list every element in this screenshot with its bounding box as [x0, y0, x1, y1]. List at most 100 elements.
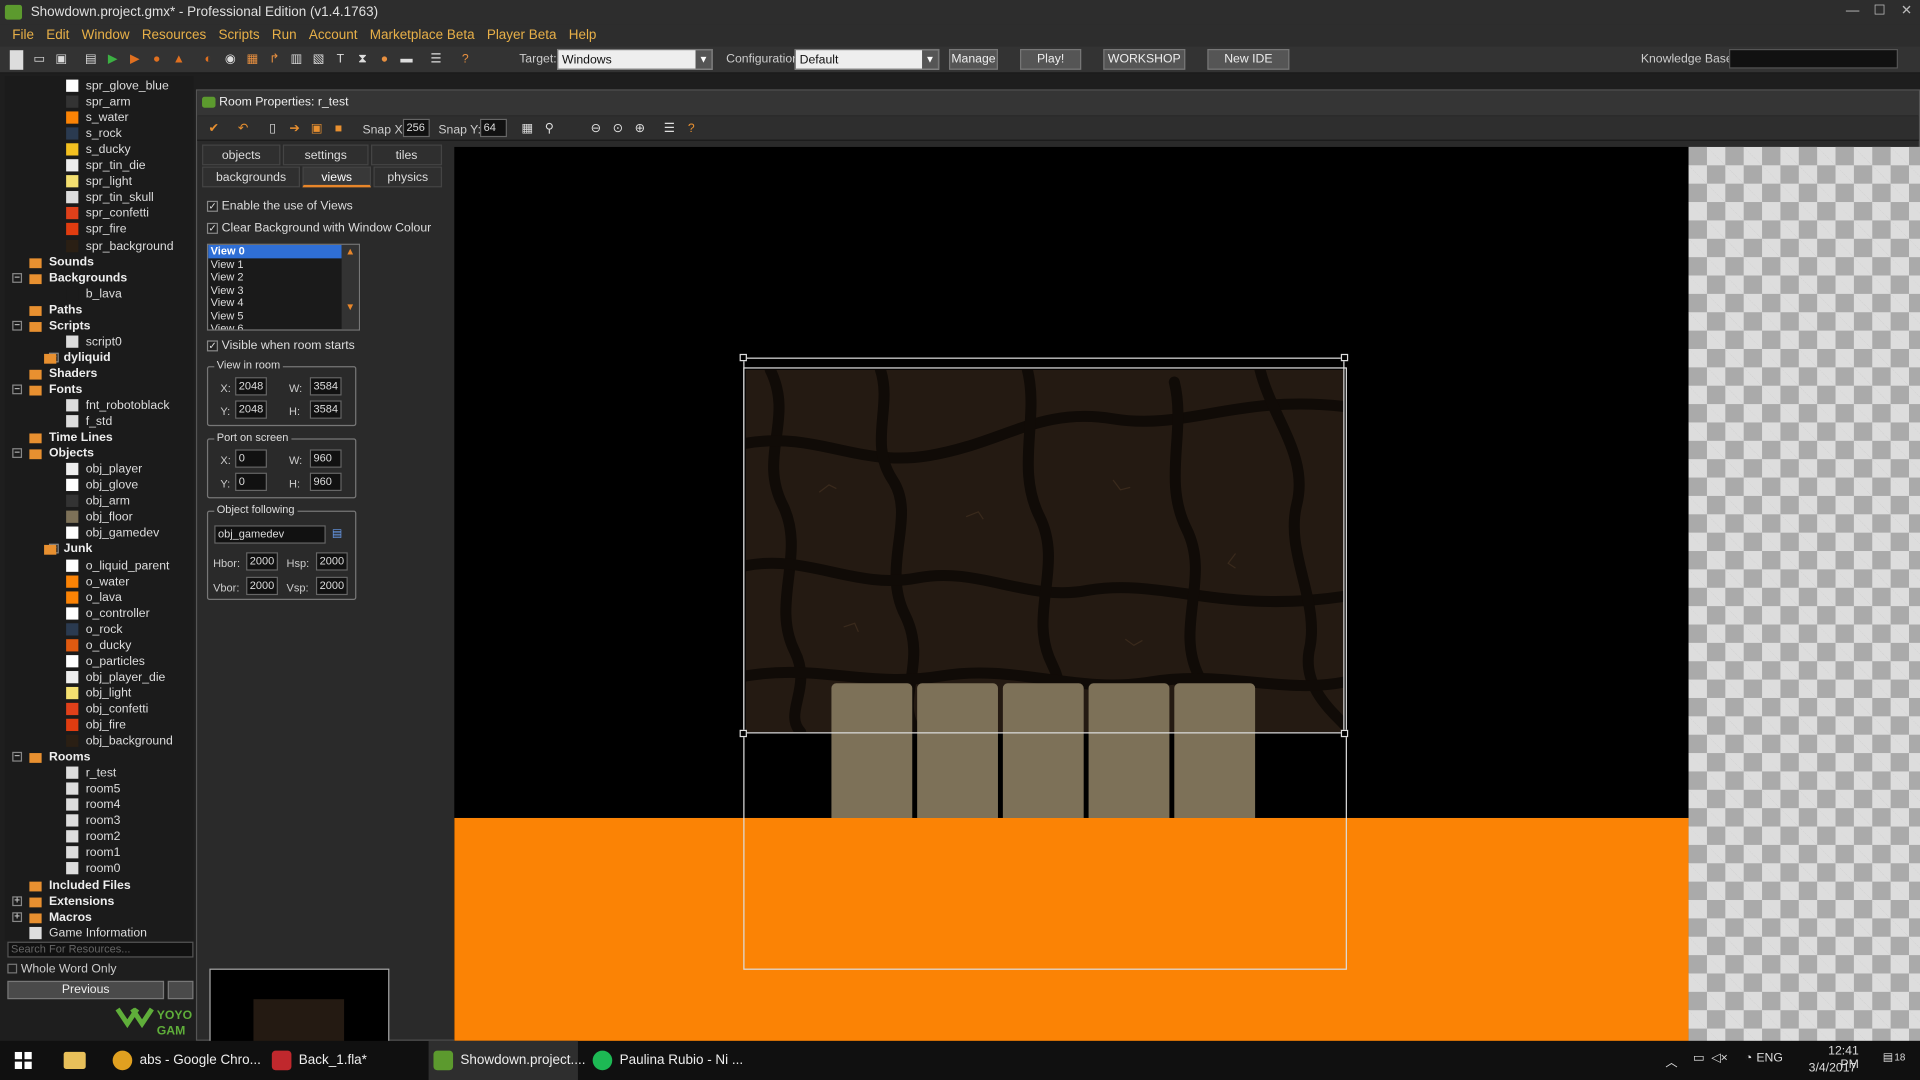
grid-icon[interactable]: ▦	[518, 120, 536, 138]
clean-icon[interactable]: ◐	[198, 50, 218, 70]
view-list-item[interactable]: View 3	[208, 283, 341, 296]
tree-item[interactable]: Game Information	[29, 925, 147, 940]
clock-date[interactable]: 3/4/2017	[1809, 1062, 1857, 1075]
tree-item[interactable]: spr_tin_die	[66, 158, 146, 174]
tree-item[interactable]: s_water	[66, 110, 129, 126]
help-icon[interactable]: ?	[682, 120, 700, 138]
object-following-input[interactable]: obj_gamedev	[214, 525, 326, 544]
menu-file[interactable]: File	[12, 24, 34, 46]
previous-button[interactable]: Previous	[7, 980, 165, 1000]
resize-handle[interactable]	[739, 729, 747, 738]
new-file-icon[interactable]	[9, 50, 24, 70]
tree-folder[interactable]: + Extensions	[12, 893, 114, 909]
view-port-rect[interactable]	[743, 367, 1347, 970]
snap-y-input[interactable]: 64	[480, 118, 507, 138]
expand-icon[interactable]: +	[12, 911, 23, 922]
configuration-select[interactable]: Default ▼	[794, 48, 940, 70]
vbor-input[interactable]: 2000	[246, 576, 278, 596]
tree-item[interactable]: obj_light	[66, 686, 131, 702]
tree-item[interactable]: obj_player	[66, 462, 142, 478]
menu-scripts[interactable]: Scripts	[218, 24, 259, 46]
tree-folder[interactable]: Paths	[29, 302, 82, 318]
search-resources-input[interactable]: Search For Resources...	[7, 941, 194, 958]
scroll-down-icon[interactable]: ▼	[342, 300, 359, 315]
tree-item[interactable]: o_lava	[66, 590, 122, 606]
minimize-button[interactable]: —	[1839, 0, 1866, 24]
confirm-check-icon[interactable]: ✔	[204, 120, 222, 138]
view-h-input[interactable]: 3584	[309, 400, 342, 419]
font-res-icon[interactable]: T	[331, 50, 351, 70]
notification-icon[interactable]: ▤18	[1883, 1051, 1906, 1064]
lock-icon[interactable]: ▣	[307, 120, 325, 138]
menu-account[interactable]: Account	[309, 24, 358, 46]
menu-run[interactable]: Run	[272, 24, 297, 46]
snap-x-input[interactable]: 256	[402, 118, 430, 138]
tree-item[interactable]: obj_player_die	[66, 670, 165, 686]
view-y-input[interactable]: 2048	[235, 400, 267, 419]
tab-views[interactable]: views	[302, 166, 372, 188]
knowledge-base-input[interactable]	[1728, 48, 1898, 69]
clear-room-icon[interactable]: ▯	[263, 120, 281, 138]
menu-edit[interactable]: Edit	[46, 24, 69, 46]
tree-item[interactable]: o_water	[66, 574, 129, 590]
zoom-icon[interactable]: ⚲	[540, 120, 558, 138]
create-exe-icon[interactable]: ▲	[169, 50, 189, 70]
sprite-icon[interactable]: ◉	[220, 50, 240, 70]
chevron-up-icon[interactable]: ︿	[1665, 1052, 1677, 1070]
tree-item[interactable]: spr_light	[66, 174, 132, 190]
tab-physics[interactable]: physics	[373, 166, 443, 188]
tree-item[interactable]: o_controller	[66, 606, 150, 622]
tree-item[interactable]: f_std	[66, 414, 112, 430]
menu-help[interactable]: Help	[569, 24, 597, 46]
tab-objects[interactable]: objects	[202, 144, 281, 166]
port-y-input[interactable]: 0	[235, 472, 267, 492]
next-button[interactable]	[167, 980, 194, 1000]
tree-item[interactable]: fnt_robotoblack	[66, 398, 169, 414]
object-res-icon[interactable]: ●	[375, 50, 395, 70]
menu-window[interactable]: Window	[82, 24, 130, 46]
view-list-item[interactable]: View 6	[208, 322, 341, 329]
tab-settings[interactable]: settings	[282, 144, 369, 166]
taskbar-app[interactable]: Back_1.fla*	[267, 1041, 416, 1080]
file-explorer-icon[interactable]	[63, 1051, 86, 1069]
expand-icon[interactable]: +	[12, 895, 23, 906]
resize-handle[interactable]	[1340, 353, 1349, 362]
hsp-input[interactable]: 2000	[315, 552, 348, 571]
tab-tiles[interactable]: tiles	[371, 144, 443, 166]
resize-handle[interactable]	[1340, 729, 1349, 738]
script-res-icon[interactable]: ▥	[287, 50, 307, 70]
tree-folder[interactable]: − Fonts	[12, 382, 82, 398]
view-list-item[interactable]: View 1	[208, 258, 341, 271]
tree-item[interactable]: obj_glove	[66, 478, 138, 494]
tree-folder[interactable]: Sounds	[29, 254, 94, 270]
object-picker-icon[interactable]: ▤	[332, 527, 342, 540]
workshop-button[interactable]: WORKSHOP	[1103, 48, 1186, 70]
tree-item[interactable]: obj_arm	[66, 494, 130, 510]
tree-item[interactable]: obj_fire	[66, 718, 126, 734]
tree-item[interactable]: spr_glove_blue	[66, 78, 169, 94]
tree-folder[interactable]: + Macros	[12, 909, 92, 925]
taskbar-app[interactable]: abs - Google Chro...	[108, 1041, 261, 1080]
menu-player-beta[interactable]: Player Beta	[487, 24, 557, 46]
undo-icon[interactable]: ↶	[234, 120, 252, 138]
zoom-reset-icon[interactable]: ⊙	[609, 120, 627, 138]
tree-item[interactable]: room3	[66, 813, 120, 829]
tree-item[interactable]: o_rock	[66, 622, 122, 638]
new-ide-button[interactable]: New IDE	[1207, 48, 1290, 70]
tree-item[interactable]: s_rock	[66, 126, 122, 142]
play-button[interactable]: Play!	[1020, 48, 1082, 70]
tree-folder[interactable]: Included Files	[29, 877, 131, 893]
help-icon[interactable]: ?	[456, 50, 476, 70]
collapse-icon[interactable]: −	[12, 448, 23, 459]
scroll-up-icon[interactable]: ▲	[342, 245, 359, 260]
collapse-icon[interactable]: −	[12, 272, 23, 283]
tree-folder[interactable]: − Backgrounds	[12, 270, 127, 286]
room-res-icon[interactable]: ▬	[397, 50, 417, 70]
zoom-in-icon[interactable]: ⊕	[631, 120, 649, 138]
tree-folder[interactable]: Shaders	[29, 366, 97, 382]
tree-item[interactable]: room1	[66, 845, 120, 861]
tree-item[interactable]: room4	[66, 797, 120, 813]
tree-item[interactable]: room0	[66, 861, 120, 877]
target-select[interactable]: Windows ▼	[557, 48, 713, 70]
hbor-input[interactable]: 2000	[246, 552, 278, 571]
